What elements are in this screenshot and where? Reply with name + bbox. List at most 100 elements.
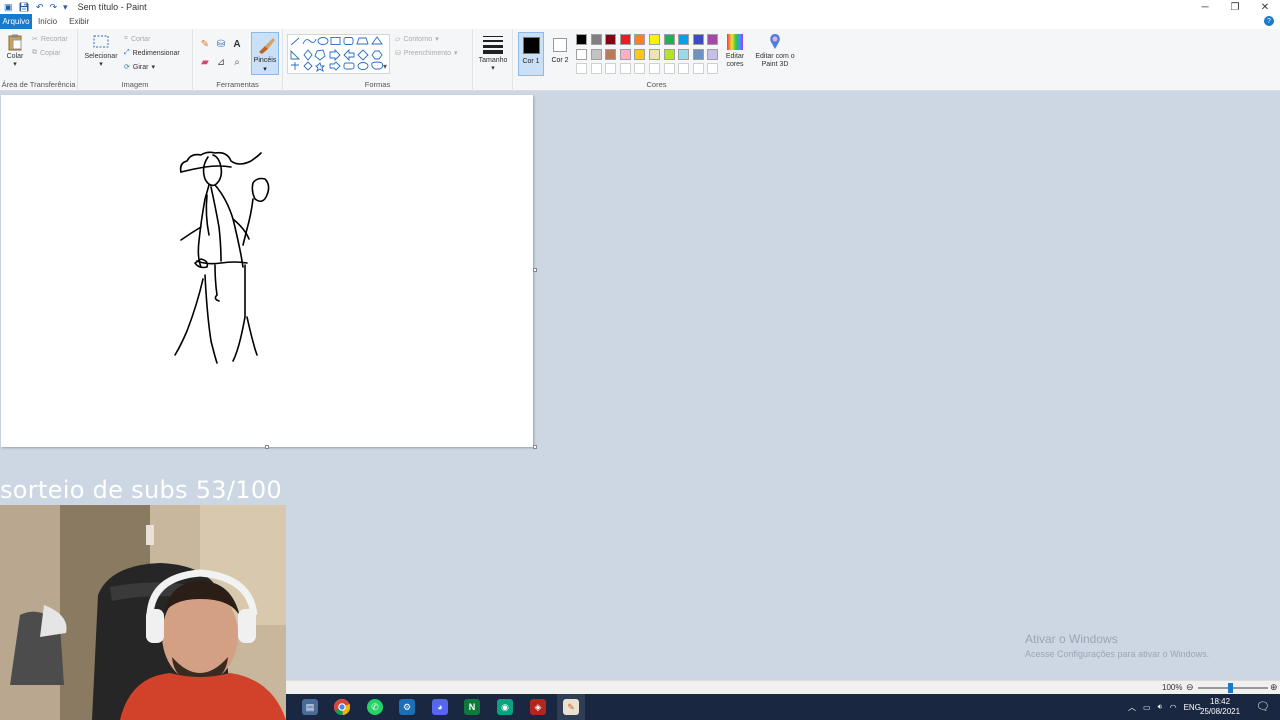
colors-group: Cor 1 Cor 2 Editar cores Editar com o Pa… — [513, 29, 800, 91]
palette-swatch[interactable] — [707, 48, 719, 60]
rainbow-palette-icon — [727, 34, 743, 50]
size-button[interactable]: Tamanho ▾ — [477, 33, 509, 73]
network-icon[interactable]: ▭ — [1143, 703, 1151, 712]
color-picker-icon[interactable]: ⊿ — [215, 57, 227, 69]
custom-color-slot[interactable] — [649, 63, 660, 75]
ribbon: Colar ▾ ✂ Recortar ⧉ Copiar Área de Tran… — [0, 29, 1280, 91]
zoom-out-icon[interactable]: ⊖ — [1186, 682, 1194, 693]
edit-colors-button[interactable]: Editar cores — [721, 33, 749, 69]
undo-icon[interactable]: ↶ — [36, 2, 44, 13]
volume-icon[interactable]: 🔉︎ — [1158, 702, 1163, 712]
stick-figure-drawing — [174, 151, 270, 364]
palette-swatch[interactable] — [619, 48, 631, 60]
zoom-in-icon[interactable]: ⊕ — [1270, 682, 1278, 693]
shapes-more-icon[interactable]: ▾ — [383, 62, 387, 71]
palette-swatch[interactable] — [649, 34, 660, 45]
palette-swatch[interactable] — [590, 48, 602, 60]
canvas-resize-handle-corner[interactable] — [533, 445, 537, 449]
palette-swatch[interactable] — [605, 34, 617, 45]
palette-swatch[interactable] — [576, 48, 587, 60]
paste-button[interactable]: Colar ▾ — [4, 33, 26, 69]
steam-icon[interactable]: ⚙ — [399, 699, 415, 715]
custom-color-slot[interactable] — [707, 63, 719, 75]
custom-color-slot[interactable] — [576, 63, 587, 75]
eraser-icon[interactable]: ▰ — [199, 57, 211, 69]
notepad-plus-icon[interactable]: N — [464, 699, 480, 715]
show-hidden-icons-icon[interactable]: ︿ — [1128, 702, 1136, 713]
magnifier-icon[interactable]: ⌕ — [231, 57, 243, 69]
outline-button[interactable]: ▱ Contorno ▾ — [395, 35, 439, 44]
palette-swatch[interactable] — [605, 48, 617, 60]
color2-button[interactable]: Cor 2 — [547, 32, 573, 76]
brush-icon — [259, 38, 275, 54]
minimize-button[interactable]: ─ — [1190, 0, 1220, 14]
pencil-icon[interactable]: ✎ — [199, 39, 211, 51]
palette-swatch[interactable] — [678, 34, 690, 45]
size-group: Tamanho ▾ — [473, 29, 513, 91]
file-explorer-icon[interactable]: ▤ — [302, 699, 318, 715]
drawing-canvas[interactable] — [1, 95, 533, 447]
custom-color-slot[interactable] — [678, 63, 690, 75]
palette-swatch[interactable] — [634, 48, 646, 60]
palette-swatch[interactable] — [649, 48, 660, 60]
notifications-icon[interactable]: 🗨︎ — [1256, 700, 1270, 713]
resize-icon: ⤢ — [124, 49, 130, 56]
crop-button[interactable]: ⌗ Cortar — [124, 35, 150, 43]
close-button[interactable]: ✕ — [1250, 0, 1280, 14]
brushes-button[interactable]: Pincéis ▾ — [251, 32, 279, 75]
select-label: Selecionar — [84, 53, 118, 60]
color1-button[interactable]: Cor 1 — [518, 32, 544, 76]
rotate-button[interactable]: ⟳ Girar ▾ — [124, 63, 155, 72]
paint-taskbar-icon[interactable]: ✎ — [563, 699, 579, 715]
shapes-gallery[interactable] — [287, 34, 390, 74]
whatsapp-icon[interactable]: ✆ — [367, 699, 383, 715]
language-indicator[interactable]: ENG — [1184, 703, 1201, 712]
chrome-icon[interactable] — [334, 699, 350, 715]
custom-color-slot[interactable] — [590, 63, 602, 75]
title-bar: ▣ 💾︎ ↶ ↷ ▾ Sem título - Paint ─ ❐ ✕ — [0, 0, 1280, 14]
palette-swatch[interactable] — [576, 34, 587, 45]
palette-swatch[interactable] — [619, 34, 631, 45]
copy-button[interactable]: ⧉ Copiar — [32, 49, 61, 57]
custom-color-slot[interactable] — [619, 63, 631, 75]
text-tool-icon[interactable]: A — [231, 39, 243, 51]
spotify-icon[interactable]: ◉ — [497, 699, 513, 715]
resize-button[interactable]: ⤢ Redimensionar — [124, 49, 180, 57]
tab-view[interactable]: Exibir — [63, 14, 95, 29]
fill-button[interactable]: ⛁ Preenchimento ▾ — [395, 49, 457, 58]
taskbar-clock[interactable]: 18:42 25/08/2021 — [1200, 697, 1240, 717]
custom-color-slot[interactable] — [605, 63, 617, 75]
palette-swatch[interactable] — [663, 34, 675, 45]
select-button[interactable]: Selecionar ▾ — [82, 33, 120, 69]
zoom-slider-track[interactable] — [1198, 687, 1268, 689]
custom-color-slot[interactable] — [634, 63, 646, 75]
palette-swatch[interactable] — [707, 34, 719, 45]
palette-swatch[interactable] — [590, 34, 602, 45]
fill-bucket-icon[interactable]: ⛁ — [215, 39, 227, 51]
activation-subtitle: Acesse Configurações para ativar o Windo… — [1025, 649, 1210, 659]
cut-button[interactable]: ✂ Recortar — [32, 35, 68, 44]
paint3d-button[interactable]: Editar com o Paint 3D — [755, 33, 795, 69]
brushes-label: Pincéis — [253, 57, 277, 64]
custom-color-slot[interactable] — [692, 63, 704, 75]
discord-icon[interactable]: ◕ — [432, 699, 448, 715]
canvas-resize-handle-bottom[interactable] — [265, 445, 269, 449]
palette-swatch[interactable] — [692, 48, 704, 60]
wifi-icon[interactable]: ◠ — [1170, 703, 1177, 712]
customize-dropdown-icon[interactable]: ▾ — [63, 2, 68, 13]
canvas-resize-handle-right[interactable] — [533, 268, 537, 272]
help-icon[interactable]: ? — [1264, 16, 1274, 26]
maximize-button[interactable]: ❐ — [1220, 0, 1250, 14]
obs-icon[interactable]: ◈ — [530, 699, 546, 715]
palette-swatch[interactable] — [634, 34, 646, 45]
save-icon[interactable]: 💾︎ — [19, 2, 30, 13]
tab-file[interactable]: Arquivo — [0, 14, 32, 29]
redo-icon[interactable]: ↷ — [50, 2, 58, 13]
zoom-slider-thumb[interactable] — [1228, 683, 1233, 693]
custom-color-slot[interactable] — [663, 63, 675, 75]
palette-swatch[interactable] — [678, 48, 690, 60]
palette-swatch[interactable] — [692, 34, 704, 45]
palette-swatch[interactable] — [663, 48, 675, 60]
tab-home[interactable]: Início — [32, 14, 63, 29]
zoom-level: 100% — [1162, 683, 1183, 692]
